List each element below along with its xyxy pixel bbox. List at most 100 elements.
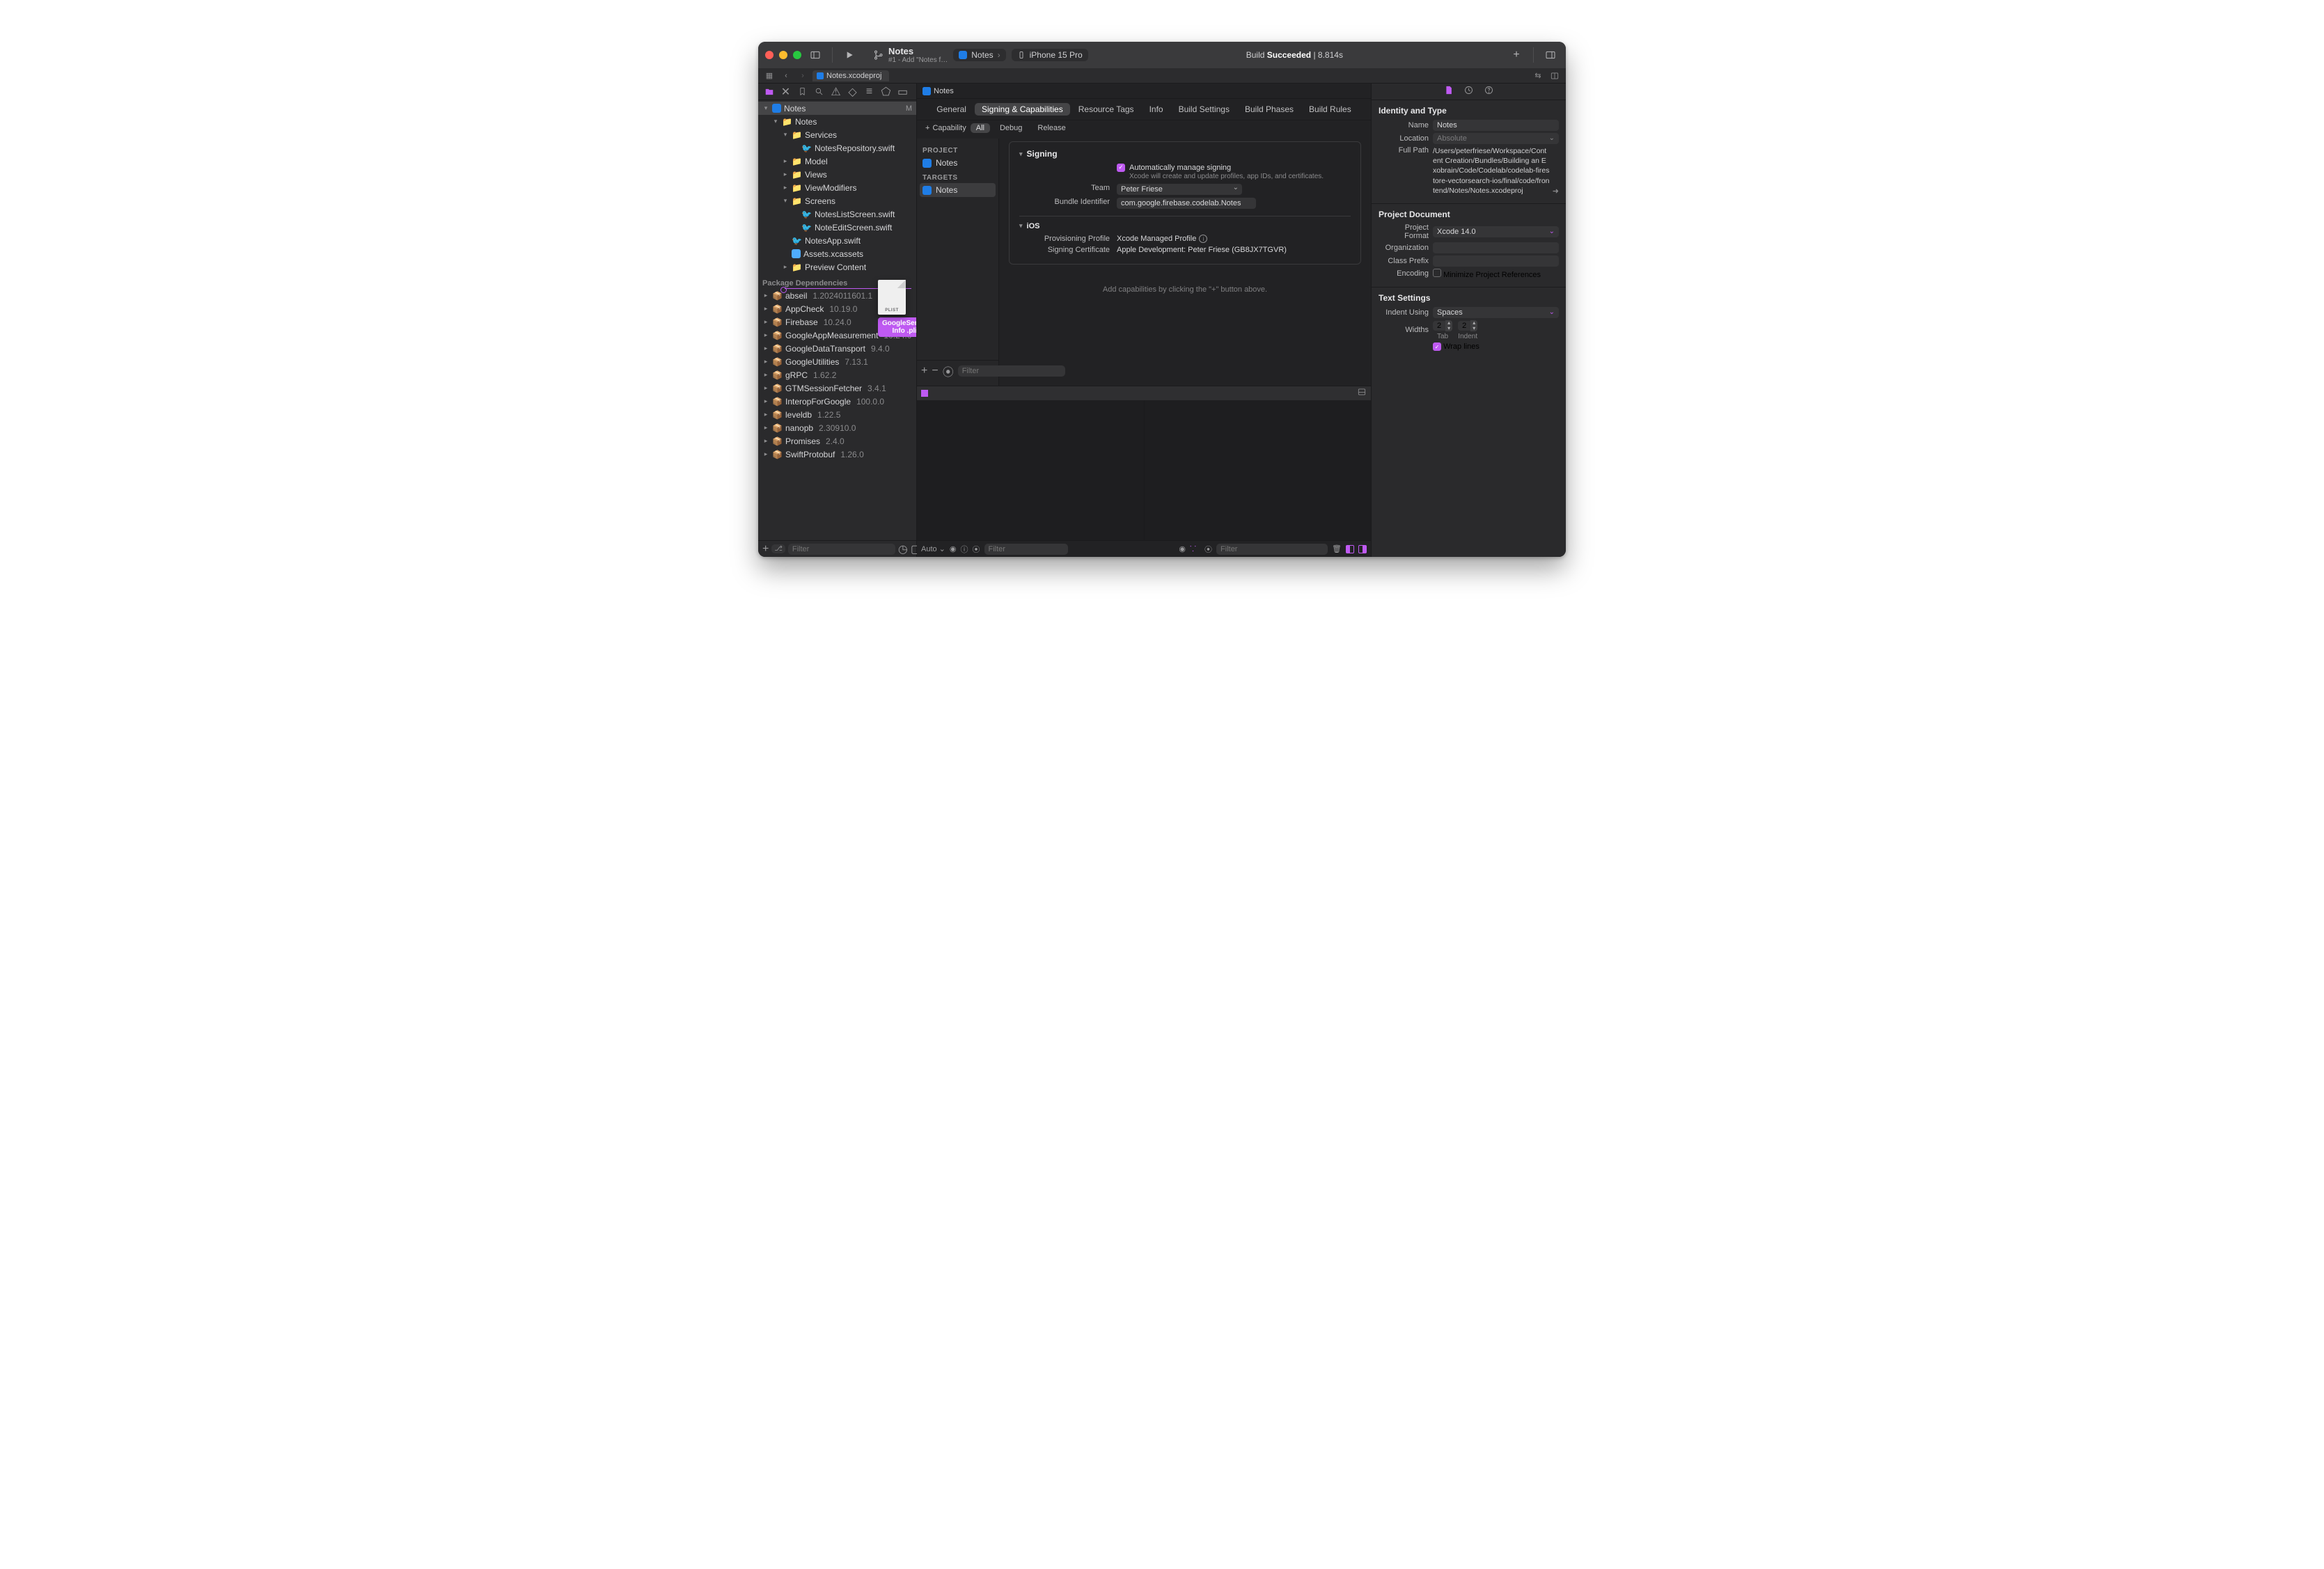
info-icon[interactable]: i: [1199, 235, 1207, 243]
variables-view[interactable]: [917, 400, 1145, 540]
reveal-in-finder-icon[interactable]: ➜: [1553, 187, 1559, 196]
trash-icon[interactable]: 🗑: [1332, 544, 1342, 553]
package-item[interactable]: ▸📦GoogleUtilities7.13.1: [758, 355, 916, 368]
sidebar-toggle-icon[interactable]: [807, 47, 824, 63]
scm-filter-icon[interactable]: ⎇: [771, 544, 785, 553]
device-pill[interactable]: iPhone 15 Pro: [1012, 49, 1088, 61]
minimize-icon[interactable]: [779, 51, 787, 59]
split-editor-icon[interactable]: [1548, 70, 1562, 82]
target-item[interactable]: Notes: [920, 183, 996, 197]
variables-filter-input[interactable]: [984, 544, 1068, 555]
settings-tab[interactable]: Build Rules: [1302, 103, 1358, 116]
test-navigator-icon[interactable]: ◇: [847, 86, 858, 97]
settings-tab[interactable]: Signing & Capabilities: [975, 103, 1070, 116]
indent-width-stepper[interactable]: 2▴▾: [1458, 320, 1477, 331]
config-all-pill[interactable]: All: [971, 123, 990, 133]
project-navigator-icon[interactable]: [764, 86, 774, 97]
settings-tab[interactable]: Build Settings: [1172, 103, 1236, 116]
issue-navigator-icon[interactable]: ⚠: [831, 86, 841, 97]
settings-tab[interactable]: Build Phases: [1238, 103, 1301, 116]
related-items-icon[interactable]: ▦: [762, 70, 776, 82]
project-name-field[interactable]: Notes: [1433, 120, 1559, 131]
run-button[interactable]: [841, 47, 858, 63]
tree-file[interactable]: 🐦NotesApp.swift: [758, 234, 916, 247]
wrap-lines-checkbox[interactable]: ✓: [1433, 342, 1441, 351]
metadata-icon[interactable]: ⸪: [1190, 544, 1196, 554]
adjust-editor-icon[interactable]: ⇆: [1531, 70, 1545, 82]
project-format-select[interactable]: Xcode 14.0⌄: [1433, 226, 1559, 237]
package-item[interactable]: ▸📦GoogleDataTransport9.4.0: [758, 342, 916, 355]
package-item[interactable]: ▸📦GTMSessionFetcher3.4.1: [758, 381, 916, 395]
package-item[interactable]: ▸📦SwiftProtobuf1.26.0: [758, 448, 916, 461]
tree-file[interactable]: 🐦NotesListScreen.swift: [758, 207, 916, 221]
package-item[interactable]: ▸📦nanopb2.30910.0: [758, 421, 916, 434]
package-item[interactable]: ▸📦AppCheck10.19.0: [758, 302, 916, 315]
history-inspector-icon[interactable]: [1463, 85, 1474, 99]
settings-tab[interactable]: Resource Tags: [1071, 103, 1141, 116]
config-debug[interactable]: Debug: [994, 123, 1028, 133]
organization-field[interactable]: [1433, 242, 1559, 253]
package-item[interactable]: ▸📦GoogleAppMeasurement10.24.0: [758, 329, 916, 342]
bundle-id-field[interactable]: com.google.firebase.codelab.Notes: [1117, 198, 1256, 209]
left-pane-toggle[interactable]: [1346, 545, 1354, 553]
info-toggle-icon[interactable]: ⓘ: [961, 544, 968, 555]
find-navigator-icon[interactable]: [814, 86, 824, 97]
navigator-filter-input[interactable]: [788, 544, 895, 555]
debug-navigator-icon[interactable]: ≡: [864, 86, 874, 97]
settings-tab[interactable]: Info: [1143, 103, 1170, 116]
target-pill[interactable]: Notes ›: [953, 49, 1005, 61]
back-icon[interactable]: ‹: [779, 70, 793, 82]
file-inspector-icon[interactable]: [1443, 85, 1454, 99]
breakpoint-navigator-icon[interactable]: ⬠: [881, 86, 891, 97]
zoom-icon[interactable]: [793, 51, 801, 59]
settings-tab[interactable]: General: [929, 103, 973, 116]
team-select[interactable]: Peter Friese: [1117, 184, 1242, 195]
add-capability-button[interactable]: + Capability: [925, 124, 966, 132]
minimize-refs-checkbox[interactable]: [1433, 269, 1441, 277]
document-tab[interactable]: Notes.xcodeproj: [812, 70, 889, 81]
remove-target-icon[interactable]: −: [932, 365, 938, 377]
tab-width-stepper[interactable]: 2▴▾: [1433, 320, 1452, 331]
inspector-toggle-icon[interactable]: [1542, 47, 1559, 63]
bookmark-navigator-icon[interactable]: [797, 86, 808, 97]
tree-folder[interactable]: ▾📁Notes: [758, 115, 916, 128]
tree-folder[interactable]: ▸📁Views: [758, 168, 916, 181]
view-toggle-icon[interactable]: ◉: [950, 544, 957, 553]
package-item[interactable]: ▸📦leveldb1.22.5: [758, 408, 916, 421]
tree-folder[interactable]: ▾📁Screens: [758, 194, 916, 207]
right-pane-toggle[interactable]: [1358, 545, 1367, 553]
add-files-icon[interactable]: +: [762, 543, 769, 555]
config-release[interactable]: Release: [1032, 123, 1071, 133]
show-debug-area-icon[interactable]: [1357, 387, 1367, 400]
tree-project-root[interactable]: ▾ Notes M: [758, 102, 916, 115]
location-select[interactable]: Absolute⌄: [1433, 133, 1559, 144]
auto-manage-signing-checkbox[interactable]: ✓Automatically manage signing: [1117, 164, 1231, 172]
add-editor-icon[interactable]: +: [1508, 47, 1525, 63]
help-inspector-icon[interactable]: [1484, 85, 1494, 99]
jump-bar[interactable]: Notes: [917, 84, 1371, 99]
package-item[interactable]: ▸📦gRPC1.62.2: [758, 368, 916, 381]
console-view[interactable]: [1145, 400, 1372, 540]
source-control-navigator-icon[interactable]: ✕: [780, 86, 791, 97]
scheme-selector[interactable]: Notes #1 - Add "Notes f…: [872, 46, 948, 64]
close-icon[interactable]: [765, 51, 774, 59]
tree-folder[interactable]: ▸📁Model: [758, 155, 916, 168]
tree-folder[interactable]: ▸📁Preview Content: [758, 260, 916, 274]
project-tree[interactable]: ▾ Notes M ▾📁Notes ▾📁Services 🐦NotesRepos…: [758, 100, 916, 540]
report-navigator-icon[interactable]: ▭: [897, 86, 908, 97]
forward-icon[interactable]: ›: [796, 70, 810, 82]
project-item[interactable]: Notes: [917, 156, 998, 170]
console-filter-input[interactable]: [1216, 544, 1328, 555]
tree-file[interactable]: 🐦NotesRepository.swift: [758, 141, 916, 155]
package-item[interactable]: ▸📦InteropForGoogle100.0.0: [758, 395, 916, 408]
recent-filter-icon[interactable]: ◷: [898, 542, 908, 556]
console-show-icon[interactable]: ◉: [1179, 544, 1186, 553]
indent-using-select[interactable]: Spaces⌄: [1433, 307, 1559, 318]
package-item[interactable]: ▸📦Firebase10.24.0: [758, 315, 916, 329]
class-prefix-field[interactable]: [1433, 255, 1559, 267]
breakpoint-tab-icon[interactable]: [921, 390, 928, 397]
auto-scope-select[interactable]: Auto ⌄: [921, 544, 945, 553]
package-item[interactable]: ▸📦Promises2.4.0: [758, 434, 916, 448]
tree-folder[interactable]: ▸📁ViewModifiers: [758, 181, 916, 194]
tree-folder[interactable]: ▾📁Services: [758, 128, 916, 141]
